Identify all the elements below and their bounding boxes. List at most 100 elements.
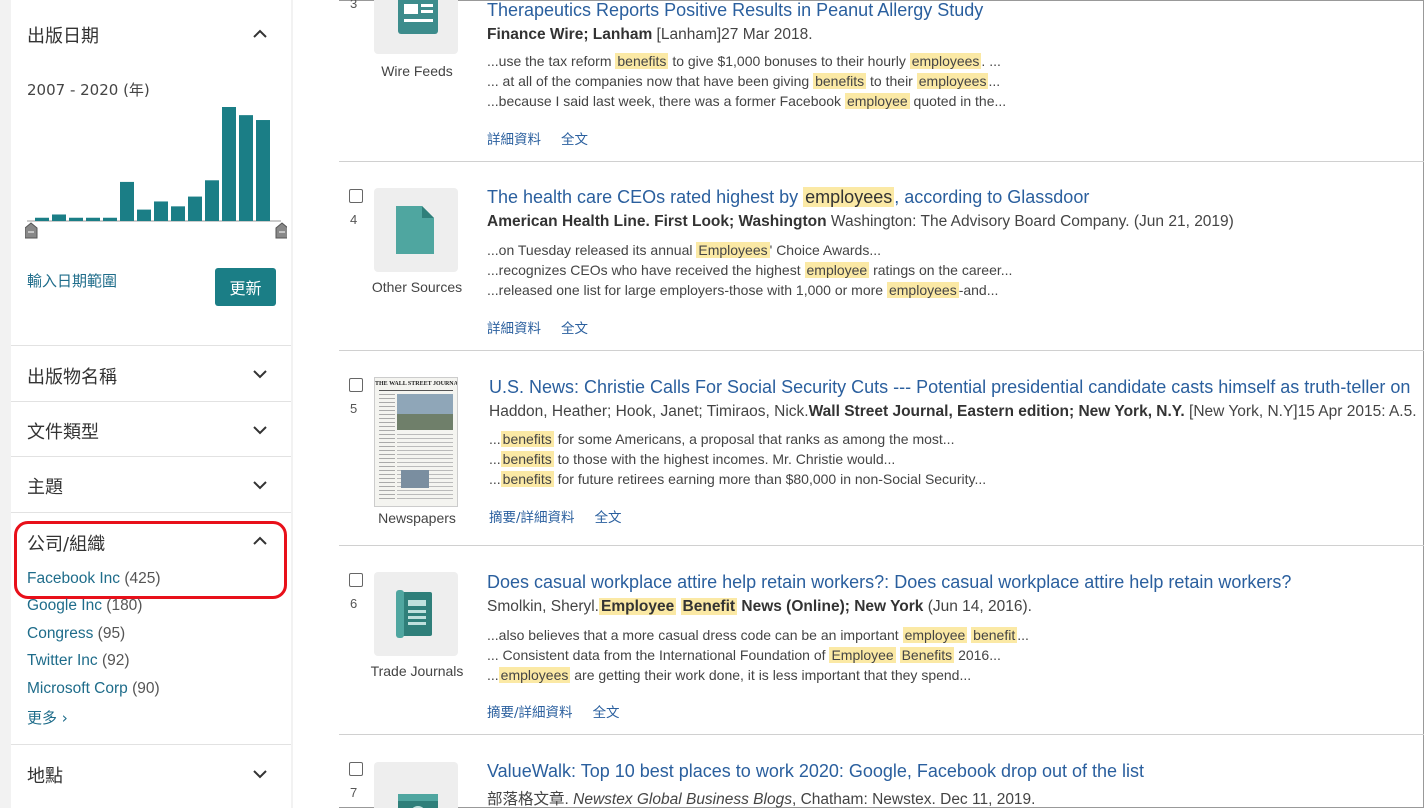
histogram-bar[interactable] [222, 107, 236, 221]
result-snippet: ... benefits to those with the highest in… [489, 451, 896, 467]
gutter [293, 0, 339, 808]
citation-details: , Chatham: Newstex. Dec 11, 2019. [791, 791, 1036, 808]
abstract-details-link[interactable]: 摘要/詳細資料 [487, 705, 573, 721]
facet-publication-title[interactable]: 出版物名稱 [27, 363, 117, 389]
full-text-link[interactable]: 全文 [595, 510, 622, 526]
company-item[interactable]: Google Inc (180) [27, 597, 142, 615]
company-count: (90) [132, 680, 160, 697]
result-number: 4 [350, 212, 358, 227]
result-title-link[interactable]: The health care CEOs rated highest by em… [487, 187, 1089, 208]
result-links: 摘要/詳細資料 全文 [487, 701, 640, 721]
result-title-link[interactable]: Does casual workplace attire help retain… [487, 572, 1291, 593]
histogram-bar[interactable] [205, 180, 219, 221]
enter-date-range-link[interactable]: 輸入日期範圍 [27, 270, 117, 291]
date-histogram[interactable] [25, 100, 287, 245]
wire-feed-thumb[interactable] [374, 0, 458, 54]
histogram-bar[interactable] [256, 120, 270, 221]
result-citation: Smolkin, Sheryl. Employee Benefit News (O… [487, 598, 1032, 615]
facet-subject[interactable]: 主題 [27, 473, 63, 499]
result-citation: Finance Wire; Lanham [Lanham]27 Mar 2018… [487, 26, 813, 44]
facet-document-type[interactable]: 文件類型 [27, 418, 99, 444]
source-type-label: Wire Feeds [381, 63, 453, 79]
more-companies-link[interactable]: 更多 › [27, 707, 68, 728]
histogram-bar[interactable] [35, 217, 49, 221]
result-snippet: ... benefits for future retirees earning … [489, 471, 987, 487]
histogram-bar[interactable] [137, 209, 151, 221]
histogram-bar[interactable] [154, 201, 168, 221]
citation-authors: Haddon, Heather; Hook, Janet; Timiraos, … [489, 403, 809, 420]
other-sources-thumb[interactable] [374, 188, 458, 272]
histogram-bar[interactable] [188, 196, 202, 221]
range-handle-left[interactable] [25, 222, 38, 239]
trade-journal-thumb[interactable] [374, 572, 458, 656]
abstract-details-link[interactable]: 摘要/詳細資料 [489, 510, 575, 526]
update-button[interactable]: 更新 [215, 268, 276, 306]
result-divider [339, 350, 1424, 351]
citation-details: [New York, N.Y]15 Apr 2015: A.5. [1184, 403, 1417, 420]
result-citation: 部落格文章. Newstex Global Business Blogs, Ch… [487, 787, 1035, 808]
divider [11, 744, 291, 745]
range-handle-right[interactable] [275, 222, 287, 239]
full-text-link[interactable]: 全文 [561, 321, 588, 337]
company-count: (95) [97, 625, 126, 642]
chevron-down-icon[interactable] [252, 477, 268, 493]
chevron-down-icon[interactable] [252, 422, 268, 438]
newspaper-thumbnail[interactable]: THE WALL STREET JOURNAL. [374, 377, 458, 507]
result-snippet: ...also believes that a more casual dres… [487, 627, 1029, 643]
newspaper-icon [398, 0, 438, 34]
document-icon [396, 206, 434, 254]
histogram-bar[interactable] [120, 181, 134, 221]
result-snippet: ... benefits for some Americans, a propos… [489, 431, 955, 447]
histogram-bar[interactable] [171, 206, 185, 221]
citation-details: [Lanham]27 Mar 2018. [652, 26, 813, 43]
result-snippet: ... employees are getting their work done… [487, 667, 972, 683]
citation-publication: American Health Line. First Look; Washin… [487, 213, 827, 230]
result-divider [339, 734, 1424, 735]
histogram-bar[interactable] [86, 217, 100, 221]
result-title-link[interactable]: U.S. News: Christie Calls For Social Sec… [489, 377, 1410, 398]
divider [11, 345, 291, 346]
result-citation: American Health Line. First Look; Washin… [487, 213, 1234, 231]
web-page-icon [398, 794, 438, 808]
chevron-up-icon[interactable] [252, 26, 268, 42]
result-snippet: ... at all of the companies now that hav… [487, 73, 1001, 89]
company-item[interactable]: Microsoft Corp (90) [27, 680, 160, 698]
company-name: Google Inc [27, 597, 102, 614]
histogram-bar[interactable] [103, 217, 117, 221]
result-links: 摘要/詳細資料 全文 [489, 506, 642, 526]
chevron-down-icon[interactable] [252, 766, 268, 782]
company-item[interactable]: Congress (95) [27, 625, 125, 643]
histogram-bar[interactable] [239, 115, 253, 221]
facet-location[interactable]: 地點 [27, 762, 63, 788]
full-text-link[interactable]: 全文 [561, 132, 588, 148]
result-title-link[interactable]: ValueWalk: Top 10 best places to work 20… [487, 761, 1144, 782]
divider [11, 512, 291, 513]
company-item[interactable]: Twitter Inc (92) [27, 652, 130, 670]
details-link[interactable]: 詳細資料 [487, 321, 541, 337]
date-section-title[interactable]: 出版日期 [27, 22, 99, 48]
company-item[interactable]: Facebook Inc (425) [27, 570, 161, 588]
result-snippet: ...use the tax reform benefits to give $… [487, 53, 1001, 69]
company-name: Congress [27, 625, 94, 642]
result-checkbox[interactable] [349, 573, 363, 587]
full-text-link[interactable]: 全文 [593, 705, 620, 721]
details-link[interactable]: 詳細資料 [487, 132, 541, 148]
result-checkbox[interactable] [349, 378, 363, 392]
source-type-label: Other Sources [371, 279, 463, 295]
citation-details: (Jun 14, 2016). [923, 598, 1032, 615]
histogram-bar[interactable] [69, 217, 83, 221]
result-title-link[interactable]: Therapeutics Reports Positive Results in… [487, 0, 983, 21]
result-checkbox[interactable] [349, 189, 363, 203]
result-checkbox[interactable] [349, 762, 363, 776]
divider [11, 401, 291, 402]
sidebar-panel: 出版日期 2007 - 2020 (年) 輸入日期範圍 更新 出版物名稱 文件類… [11, 0, 291, 808]
facet-company[interactable]: 公司/組織 [27, 530, 105, 556]
blog-thumb[interactable] [374, 762, 458, 808]
histogram-bar[interactable] [52, 214, 66, 221]
chevron-up-icon[interactable] [252, 533, 268, 549]
result-number: 5 [350, 401, 358, 416]
chevron-down-icon[interactable] [252, 366, 268, 382]
newspaper-masthead: THE WALL STREET JOURNAL. [375, 381, 457, 387]
journal-icon [396, 590, 432, 638]
company-count: (180) [106, 597, 143, 614]
